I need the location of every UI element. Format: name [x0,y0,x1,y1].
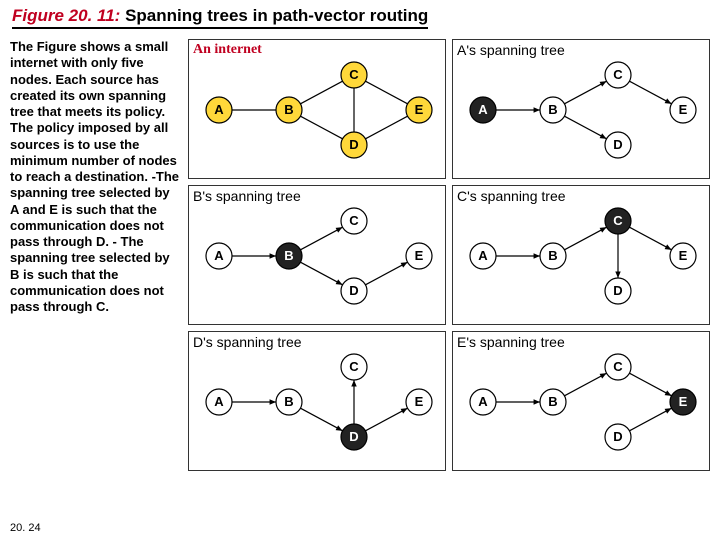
node-C: C [605,62,631,88]
node-B: B [540,97,566,123]
edge-D-E [365,408,407,431]
graph-svg: A B C D E [189,40,447,178]
panel-C: C's spanning tree A B C D E [452,185,710,325]
edge-C-B [564,373,606,396]
svg-text:B: B [284,394,293,409]
svg-text:B: B [548,102,557,117]
node-D: D [341,424,367,450]
edge-B-D [564,116,606,139]
svg-text:A: A [214,102,224,117]
node-D: D [341,132,367,158]
svg-text:D: D [349,283,358,298]
node-B: B [276,243,302,269]
panel-D: D's spanning tree A B C D E [188,331,446,471]
node-D: D [605,278,631,304]
svg-text:D: D [349,137,358,152]
edge-C-B [564,227,606,250]
svg-text:E: E [415,248,424,263]
node-B: B [276,389,302,415]
svg-text:C: C [613,359,623,374]
node-C: C [341,208,367,234]
edge-C-E [365,81,407,104]
svg-text:C: C [349,67,359,82]
node-E: E [670,243,696,269]
panel-internet: An internet A B C D E [188,39,446,179]
node-A: A [206,243,232,269]
graph-svg: A B C D E [453,40,711,178]
node-E: E [670,97,696,123]
node-A: A [470,389,496,415]
node-B: B [540,389,566,415]
edge-B-C [300,227,342,250]
node-C: C [605,208,631,234]
node-A: A [206,97,232,123]
svg-text:A: A [214,394,224,409]
svg-text:C: C [613,67,623,82]
svg-text:A: A [478,394,488,409]
svg-text:C: C [349,359,359,374]
svg-text:A: A [478,102,488,117]
svg-text:A: A [214,248,224,263]
edge-D-B [300,408,342,431]
node-C: C [605,354,631,380]
node-E: E [670,389,696,415]
node-A: A [470,97,496,123]
edge-B-C [564,81,606,104]
panel-B: B's spanning tree A B C D E [188,185,446,325]
svg-text:A: A [478,248,488,263]
node-E: E [406,97,432,123]
node-B: B [276,97,302,123]
panel-E: E's spanning tree A B C D E [452,331,710,471]
node-D: D [605,424,631,450]
svg-text:D: D [613,283,622,298]
svg-text:D: D [349,429,358,444]
edge-C-E [629,81,671,104]
svg-text:B: B [284,248,293,263]
node-B: B [540,243,566,269]
graph-svg: A B C D E [189,332,447,470]
panels-grid: An internet A B C D E A's spanning tree … [188,39,710,471]
edge-C-E [629,227,671,250]
edge-B-C [300,81,342,104]
description-text: The Figure shows a small internet with o… [10,39,180,471]
figure-number: Figure 20. 11: [12,6,120,25]
node-E: E [406,389,432,415]
svg-text:C: C [613,213,623,228]
graph-svg: A B C D E [453,186,711,324]
svg-text:E: E [679,394,688,409]
svg-text:E: E [679,248,688,263]
figure-title-text: Spanning trees in path-vector routing [120,6,428,25]
edge-D-E [365,116,407,139]
panel-A: A's spanning tree A B C D E [452,39,710,179]
edge-B-D [300,116,342,139]
svg-text:E: E [679,102,688,117]
node-C: C [341,62,367,88]
page-footer: 20. 24 [10,522,41,534]
node-A: A [206,389,232,415]
graph-svg: A B C D E [453,332,711,470]
svg-text:B: B [548,394,557,409]
svg-text:D: D [613,137,622,152]
svg-text:B: B [548,248,557,263]
edge-E-D [629,408,671,431]
edge-E-C [629,373,671,396]
node-D: D [341,278,367,304]
node-C: C [341,354,367,380]
svg-text:D: D [613,429,622,444]
svg-text:B: B [284,102,293,117]
graph-svg: A B C D E [189,186,447,324]
svg-text:E: E [415,102,424,117]
node-D: D [605,132,631,158]
edge-B-D [300,262,342,285]
node-E: E [406,243,432,269]
svg-text:C: C [349,213,359,228]
svg-text:E: E [415,394,424,409]
node-A: A [470,243,496,269]
figure-title: Figure 20. 11: Spanning trees in path-ve… [12,6,428,29]
edge-D-E [365,262,407,285]
